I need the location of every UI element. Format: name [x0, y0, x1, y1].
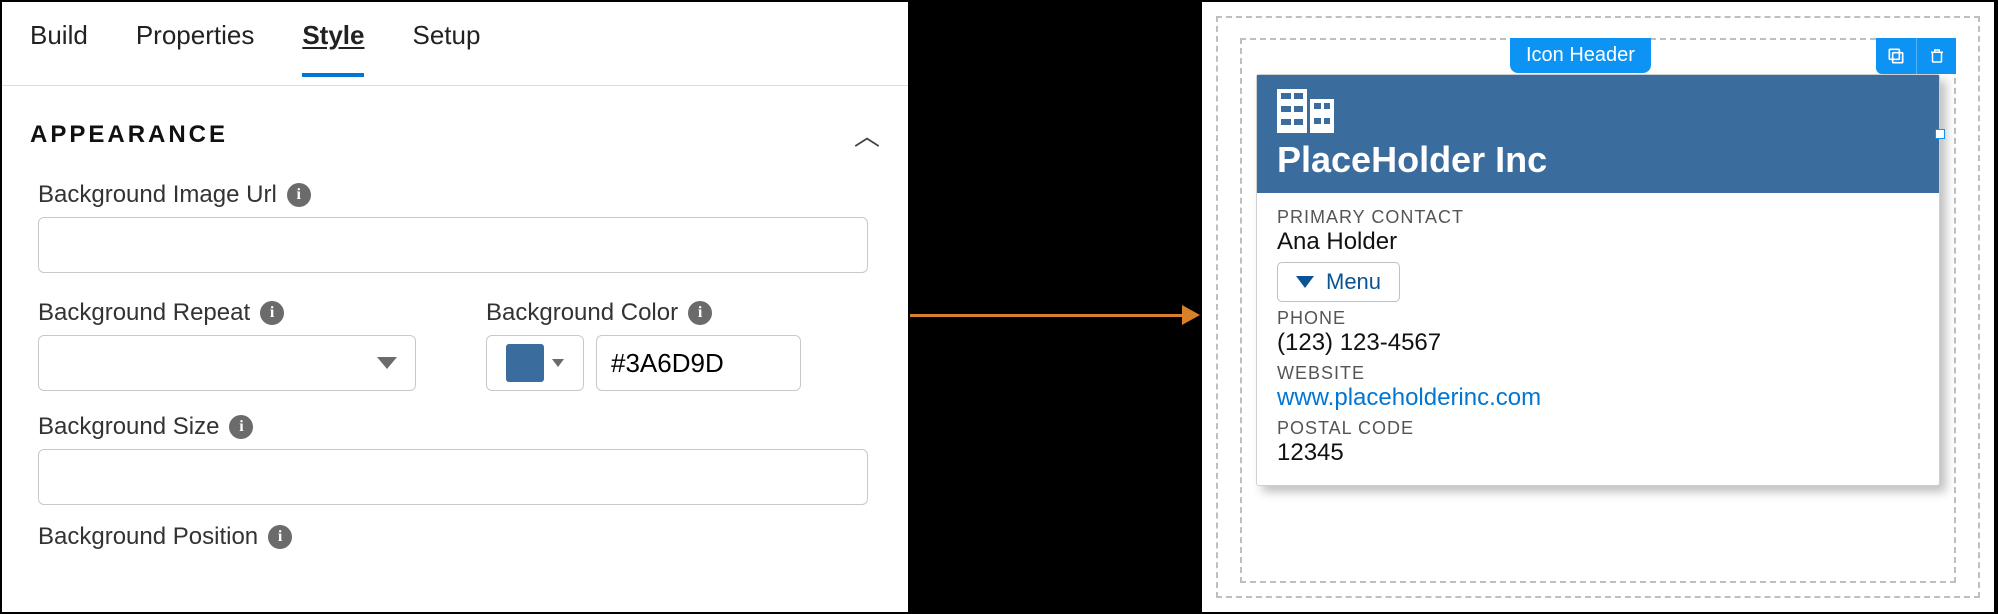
bg-size-label: Background Size — [38, 413, 219, 441]
bg-repeat-label: Background Repeat — [38, 299, 250, 327]
caret-down-icon — [552, 359, 564, 367]
bg-image-url-label: Background Image Url — [38, 181, 277, 209]
phone-label: PHONE — [1277, 308, 1919, 329]
bg-color-label-row: Background Color i — [486, 299, 801, 327]
info-icon[interactable]: i — [260, 301, 284, 325]
icon-header-card[interactable]: PlaceHolder Inc PRIMARY CONTACT Ana Hold… — [1256, 74, 1940, 486]
color-swatch-icon — [506, 344, 544, 382]
component-toolbar — [1876, 38, 1956, 74]
chevron-up-icon: ︿ — [854, 116, 880, 153]
duplicate-icon — [1886, 46, 1906, 66]
info-icon[interactable]: i — [268, 525, 292, 549]
phone-value: (123) 123-4567 — [1277, 329, 1919, 357]
tab-setup[interactable]: Setup — [412, 20, 480, 73]
bg-position-label-row: Background Position i — [38, 523, 872, 551]
bg-size-input[interactable] — [38, 449, 868, 505]
postal-value: 12345 — [1277, 439, 1919, 467]
arrow-line-icon — [910, 314, 1182, 317]
card-body: PRIMARY CONTACT Ana Holder Menu PHONE (1… — [1257, 193, 1939, 485]
appearance-title: APPEARANCE — [30, 121, 228, 149]
company-icon — [1277, 89, 1919, 133]
bg-color-hex-input[interactable] — [596, 335, 801, 391]
preview-panel: Icon Header PlaceHolder Inc — [1200, 0, 1996, 614]
bg-image-url-input[interactable] — [38, 217, 868, 273]
tab-build[interactable]: Build — [30, 20, 88, 73]
info-icon[interactable]: i — [229, 415, 253, 439]
component-badge: Icon Header — [1510, 38, 1651, 73]
postal-label: POSTAL CODE — [1277, 418, 1919, 439]
tab-properties[interactable]: Properties — [136, 20, 255, 73]
bg-color-label: Background Color — [486, 299, 678, 327]
bg-repeat-select[interactable] — [38, 335, 416, 391]
caret-down-icon — [1296, 276, 1314, 288]
bg-image-url-label-row: Background Image Url i — [38, 181, 872, 209]
resize-handle[interactable] — [1935, 129, 1945, 139]
info-icon[interactable]: i — [688, 301, 712, 325]
card-title: PlaceHolder Inc — [1277, 139, 1919, 181]
trash-icon — [1928, 46, 1946, 66]
appearance-form: Background Image Url i Background Repeat… — [2, 181, 908, 551]
menu-button-label: Menu — [1326, 269, 1381, 295]
appearance-section-header[interactable]: APPEARANCE ︿ — [2, 86, 908, 171]
website-value[interactable]: www.placeholderinc.com — [1277, 384, 1919, 412]
card-header: PlaceHolder Inc — [1257, 75, 1939, 193]
menu-button[interactable]: Menu — [1277, 262, 1400, 302]
bg-color-swatch-button[interactable] — [486, 335, 584, 391]
canvas-inner[interactable]: Icon Header PlaceHolder Inc — [1240, 38, 1956, 583]
primary-contact-value: Ana Holder — [1277, 228, 1919, 256]
bg-repeat-label-row: Background Repeat i — [38, 299, 416, 327]
bg-size-label-row: Background Size i — [38, 413, 872, 441]
arrow-indicator — [910, 305, 1200, 325]
bg-position-label: Background Position — [38, 523, 258, 551]
delete-button[interactable] — [1916, 38, 1956, 74]
arrow-head-icon — [1182, 305, 1200, 325]
canvas-outer: Icon Header PlaceHolder Inc — [1216, 16, 1980, 598]
duplicate-button[interactable] — [1876, 38, 1916, 74]
style-panel: Build Properties Style Setup APPEARANCE … — [0, 0, 910, 614]
tab-style[interactable]: Style — [302, 20, 364, 77]
info-icon[interactable]: i — [287, 183, 311, 207]
website-label: WEBSITE — [1277, 363, 1919, 384]
caret-down-icon — [377, 357, 397, 369]
panel-tabs: Build Properties Style Setup — [2, 2, 908, 86]
primary-contact-label: PRIMARY CONTACT — [1277, 207, 1919, 228]
